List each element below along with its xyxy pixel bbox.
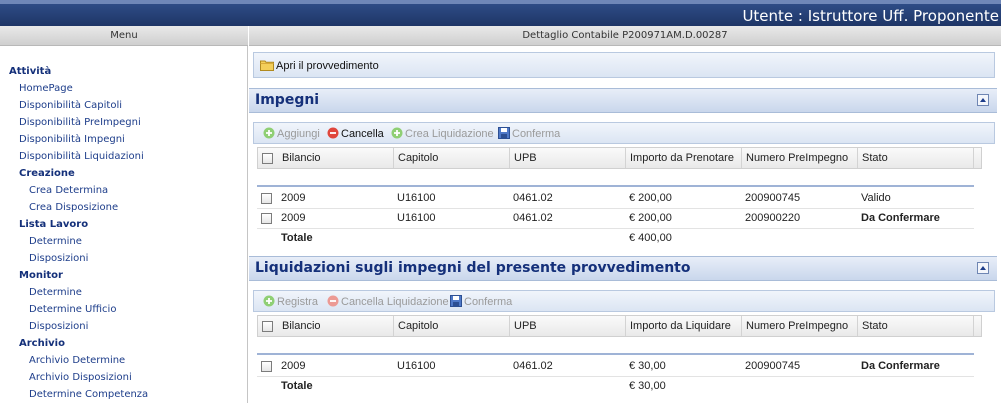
liquidazioni-grid: Bilancio Capitolo UPB Importo da Liquida… [257,315,982,401]
crea-liquidazione-button[interactable]: Crea Liquidazione [391,127,494,142]
table-row[interactable]: 2009 U16100 0461.02 € 200,00 200900745 V… [257,189,974,209]
impegni-toolbar: Aggiungi Cancella Crea Liquidazione Conf… [253,122,995,144]
liquidazioni-panel-header: Liquidazioni sugli impegni del presente … [249,256,997,281]
menu-item-monitor-determine[interactable]: Determine [29,287,82,298]
folder-icon [260,59,274,74]
add-icon [391,127,403,142]
sidebar-menu: Attività HomePage Disponibilità Capitoli… [0,46,248,403]
row-checkbox[interactable] [261,193,272,204]
col-capitolo[interactable]: Capitolo [394,148,510,168]
provvedimento-toolbar: Apri il provvedimento [253,52,995,78]
registra-button[interactable]: Registra [263,295,318,310]
menu-item-disponibilita-capitoli[interactable]: Disponibilità Capitoli [19,100,122,111]
col-numero[interactable]: Numero PreImpegno [742,316,858,336]
menu-item-crea-determina[interactable]: Crea Determina [29,185,108,196]
liquidazioni-grid-header: Bilancio Capitolo UPB Importo da Liquida… [257,315,982,337]
delete-icon [327,295,339,310]
menu-item-monitor-determine-ufficio[interactable]: Determine Ufficio [29,304,116,315]
save-icon [498,127,510,142]
row-checkbox[interactable] [261,361,272,372]
col-upb[interactable]: UPB [510,148,626,168]
row-checkbox[interactable] [261,213,272,224]
col-stato[interactable]: Stato [858,316,974,336]
menu-header: Menu [0,26,248,46]
menu-item-homepage[interactable]: HomePage [19,83,73,94]
liquidazioni-toolbar: Registra Cancella Liquidazione Conferma [253,290,995,312]
main-content: Apri il provvedimento Impegni Aggiungi C… [249,46,1001,403]
col-stato[interactable]: Stato [858,148,974,168]
status-cell: Da Confermare [861,360,940,372]
top-banner: Utente : Istruttore Uff. Proponente [0,0,1001,26]
menu-item-lista-determine[interactable]: Determine [29,236,82,247]
col-upb[interactable]: UPB [510,316,626,336]
cancella-button[interactable]: Cancella [327,127,384,142]
total-value: € 30,00 [629,380,666,392]
open-provvedimento-label: Apri il provvedimento [276,60,379,72]
menu-section-creazione: Creazione [19,168,75,179]
liquidazioni-grid-body: 2009 U16100 0461.02 € 30,00 200900745 Da… [257,353,974,401]
save-icon [450,295,462,310]
total-row: Totale € 30,00 [257,377,974,397]
page-title: Dettaglio Contabile P200971AM.D.00287 [249,26,1001,46]
col-capitolo[interactable]: Capitolo [394,316,510,336]
open-provvedimento-button[interactable]: Apri il provvedimento [260,59,379,74]
menu-item-monitor-disposizioni[interactable]: Disposizioni [29,321,88,332]
menu-item-disponibilita-impegni[interactable]: Disponibilità Impegni [19,134,125,145]
liquidazioni-title: Liquidazioni sugli impegni del presente … [255,260,691,276]
menu-item-crea-disposizione[interactable]: Crea Disposizione [29,202,118,213]
col-importo[interactable]: Importo da Liquidare [626,316,742,336]
impegni-panel-header: Impegni [249,88,997,113]
col-numero[interactable]: Numero PreImpegno [742,148,858,168]
menu-item-lista-disposizioni[interactable]: Disposizioni [29,253,88,264]
table-row[interactable]: 2009 U16100 0461.02 € 200,00 200900220 D… [257,209,974,229]
add-icon [263,127,275,142]
add-icon [263,295,275,310]
total-label: Totale [281,232,313,244]
status-cell: Valido [861,192,891,204]
impegni-title: Impegni [255,92,320,108]
aggiungi-button[interactable]: Aggiungi [263,127,320,142]
user-label: Utente : Istruttore Uff. Proponente [742,7,999,25]
table-row[interactable]: 2009 U16100 0461.02 € 30,00 200900745 Da… [257,357,974,377]
cancella-liquidazione-button[interactable]: Cancella Liquidazione [327,295,449,310]
menu-item-archivio-disposizioni[interactable]: Archivio Disposizioni [29,372,132,383]
menu-section-lista-lavoro: Lista Lavoro [19,219,89,230]
select-all-checkbox[interactable] [262,321,273,332]
liquidazioni-collapse-button[interactable] [977,262,989,274]
menu-item-determine-competenza[interactable]: Determine Competenza [29,389,148,400]
col-bilancio[interactable]: Bilancio [278,148,394,168]
impegni-grid-header: Bilancio Capitolo UPB Importo da Prenota… [257,147,982,169]
status-cell: Da Confermare [861,212,940,224]
menu-item-disponibilita-liquidazioni[interactable]: Disponibilità Liquidazioni [19,151,144,162]
total-value: € 400,00 [629,232,672,244]
menu-section-monitor: Monitor [19,270,63,281]
menu-item-archivio-determine[interactable]: Archivio Determine [29,355,125,366]
menu-section-archivio: Archivio [19,338,65,349]
conferma-button[interactable]: Conferma [498,127,560,142]
impegni-collapse-button[interactable] [977,94,989,106]
conferma-liquidazione-button[interactable]: Conferma [450,295,512,310]
delete-icon [327,127,339,142]
menu-item-disponibilita-preimpegni[interactable]: Disponibilità PreImpegni [19,117,141,128]
total-label: Totale [281,380,313,392]
select-all-checkbox[interactable] [262,153,273,164]
impegni-grid-body: 2009 U16100 0461.02 € 200,00 200900745 V… [257,185,974,255]
col-importo[interactable]: Importo da Prenotare [626,148,742,168]
menu-section-attivita: Attività [9,66,52,77]
col-bilancio[interactable]: Bilancio [278,316,394,336]
total-row: Totale € 400,00 [257,229,974,249]
